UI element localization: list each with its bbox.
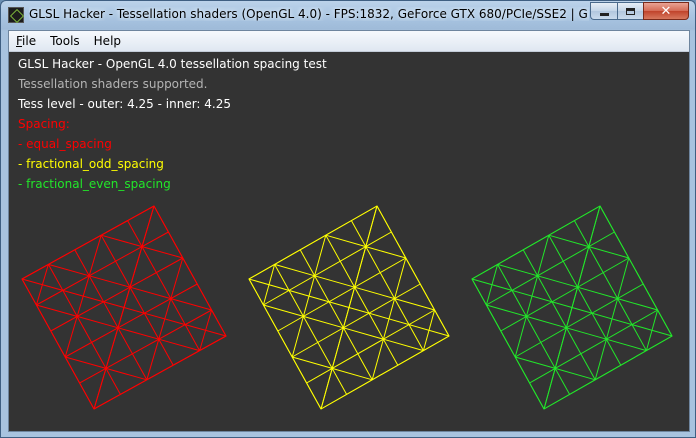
mesh-edge [343,327,384,340]
title-bar[interactable]: GLSL Hacker - Tessellation shaders (Open… [1,1,695,29]
minimize-icon [599,12,609,16]
mesh-edge [594,339,607,380]
menu-file-label: ile [22,34,37,48]
mesh-edge [77,315,119,329]
mesh-edge [306,309,435,384]
mesh-edge [274,264,348,395]
mesh-edge [50,257,184,332]
close-button[interactable]: ✕ [643,2,689,20]
minimize-button[interactable] [590,2,617,20]
mesh-edge [36,231,169,306]
mesh-edge [617,298,658,311]
mesh-edge [325,234,399,366]
mesh-edge [291,316,304,358]
mesh-edge [47,264,121,395]
mesh-edge [500,257,630,332]
mesh-edge [522,249,596,381]
menu-help-label: Help [93,34,122,48]
info-support-status: Tessellation shaders supported. [18,77,208,91]
mesh-edge [394,257,407,299]
mesh-edge [314,275,355,288]
mesh-edge [79,309,212,384]
mesh-edge [101,234,143,248]
caption-buttons: ✕ [590,2,689,21]
mesh-edge [36,304,78,317]
mesh-edge [606,338,647,352]
render-viewport[interactable]: GLSL Hacker - OpenGL 4.0 tessellation sp… [9,52,689,431]
mesh-edge [371,339,384,380]
info-spacing-heading: Spacing: [18,117,70,131]
mesh-edge [394,298,435,311]
mesh-edge [537,235,550,276]
mesh-edge [64,283,198,358]
menu-file[interactable]: File [9,31,43,51]
mesh-edge [332,367,373,381]
mesh-edge [292,356,333,369]
mesh-edge [537,275,578,288]
mesh-edge [127,220,201,351]
mesh-edge [303,315,344,329]
close-icon: ✕ [660,3,672,19]
menu-tools[interactable]: Tools [43,31,87,51]
glsl-hacker-icon[interactable] [8,7,24,23]
menu-tools-label: Tools [50,34,80,48]
mesh-edge [354,286,395,300]
app-window: GLSL Hacker - Tessellation shaders (Open… [0,0,696,438]
mesh-edge [129,286,171,300]
info-even-spacing: - fractional_even_spacing [18,177,171,191]
mesh-edge [514,316,527,358]
mesh-edge [105,367,147,381]
mesh-edge [555,367,596,381]
mesh-edge [170,298,212,311]
even-spacing-mesh [471,205,673,410]
mesh-edge [383,338,424,352]
mesh-edge [299,249,373,381]
mesh-edge [350,220,424,351]
menu-bar: File Tools Help [9,31,689,52]
odd-spacing-mesh [248,205,450,410]
maximize-button[interactable] [617,2,643,20]
mesh-edge [577,286,618,300]
mesh-edge [497,263,538,277]
mesh-edge [529,309,658,384]
mesh-edge [566,327,607,340]
info-tess-level: Tess level - outer: 4.25 - inner: 4.25 [18,97,232,111]
mesh-edge [325,234,366,248]
mesh-edge [588,246,629,259]
mesh-edge [573,220,647,351]
mesh-edge [263,231,392,306]
mesh-edge [141,246,183,259]
mesh-edge [100,234,174,366]
mesh-edge [277,257,407,332]
mesh-edge [314,235,327,276]
mesh-edge [74,249,148,381]
mesh-edge [486,231,615,306]
mesh-edge [263,304,304,317]
info-overlay: GLSL Hacker - OpenGL 4.0 tessellation sp… [18,54,327,194]
mesh-edge [117,327,159,340]
mesh-edge [617,257,630,299]
mesh-edge [514,283,644,358]
mesh-edge [497,264,571,395]
mesh-edge [365,246,406,259]
info-title: GLSL Hacker - OpenGL 4.0 tessellation sp… [18,57,327,71]
mesh-edge [548,234,589,248]
mesh-edge [526,315,567,329]
mesh-edge [486,304,527,317]
info-odd-spacing: - fractional_odd_spacing [18,157,164,171]
mesh-edge [48,263,90,277]
info-equal-spacing: - equal_spacing [18,137,112,151]
client-area: File Tools Help GLSL Hacker - OpenGL 4.0… [8,30,690,432]
mesh-edge [274,263,315,277]
equal-spacing-mesh [21,205,227,410]
mesh-edge [515,356,556,369]
maximize-icon [626,7,635,15]
menu-help[interactable]: Help [87,31,128,51]
window-title: GLSL Hacker - Tessellation shaders (Open… [29,7,589,21]
mesh-edge [89,275,131,288]
mesh-edge [65,356,107,369]
mesh-edge [291,283,421,358]
mesh-edge [158,338,200,352]
mesh-edge [548,234,622,366]
